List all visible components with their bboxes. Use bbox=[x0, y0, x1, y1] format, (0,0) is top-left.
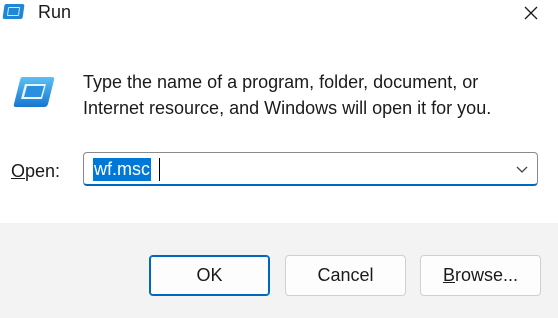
browse-accelerator: B bbox=[442, 265, 455, 285]
chevron-down-icon[interactable] bbox=[513, 160, 531, 178]
description-text: Type the name of a program, folder, docu… bbox=[83, 72, 492, 118]
close-icon bbox=[523, 5, 539, 26]
window-title: Run bbox=[38, 2, 72, 22]
button-bar: OK Cancel Browse... bbox=[0, 223, 558, 318]
browse-button[interactable]: Browse... bbox=[420, 255, 541, 296]
run-icon bbox=[12, 74, 56, 110]
open-combobox[interactable]: wf.msc bbox=[83, 152, 538, 186]
run-icon bbox=[2, 1, 28, 23]
text-cursor bbox=[159, 158, 160, 181]
open-label-text: pen: bbox=[25, 161, 61, 181]
cancel-button[interactable]: Cancel bbox=[285, 255, 406, 296]
open-input[interactable]: wf.msc bbox=[93, 158, 151, 181]
dialog-content: Type the name of a program, folder, docu… bbox=[0, 34, 558, 223]
open-label-accelerator: O bbox=[11, 161, 26, 181]
ok-button[interactable]: OK bbox=[149, 255, 270, 296]
open-label: Open: bbox=[11, 160, 60, 182]
browse-label: rowse... bbox=[454, 265, 519, 285]
title-bar[interactable]: Run bbox=[0, 0, 558, 34]
run-dialog: Run Type the name of a program, folder, … bbox=[0, 0, 558, 318]
close-button[interactable] bbox=[508, 0, 554, 30]
